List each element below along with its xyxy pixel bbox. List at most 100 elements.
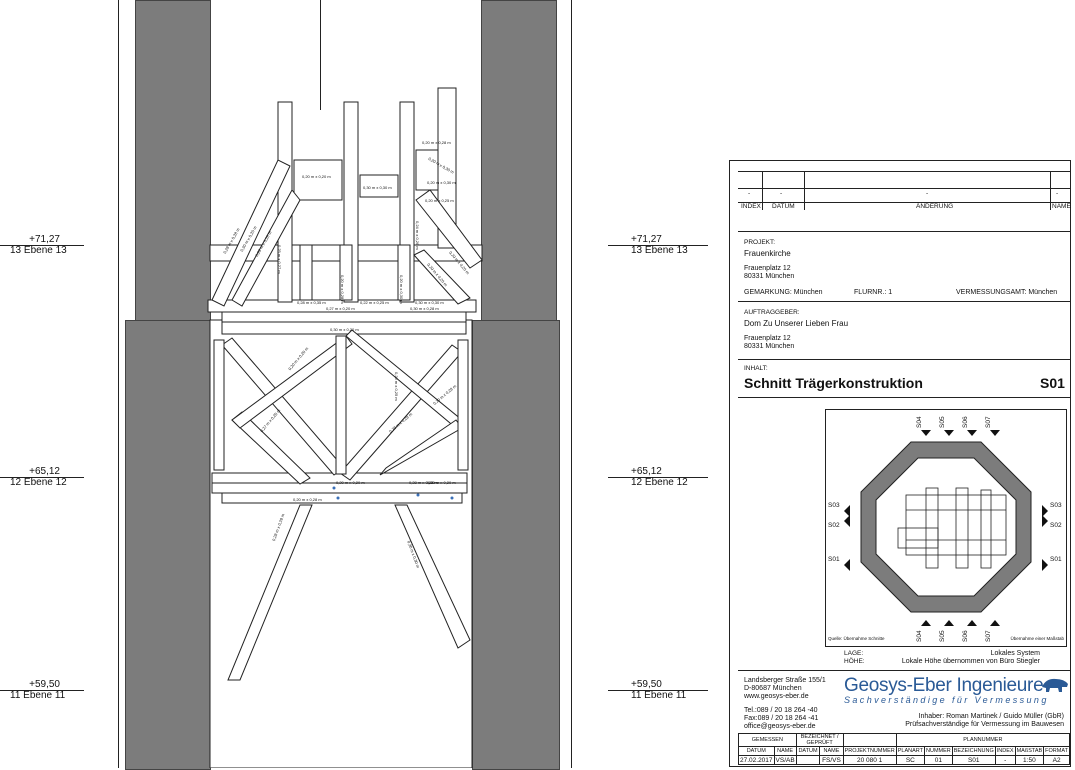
grid-header: PLANART <box>895 746 926 756</box>
flurnr: FLURNR.: 1 <box>854 289 893 296</box>
brand-sub: Sachverständige für Vermessung <box>844 695 1049 705</box>
inset-mark-top-0: S04 <box>916 416 923 428</box>
dimension-label: 0,25 m x 0,27 m <box>277 245 282 274</box>
inset-mark-bottom-1: S05 <box>939 630 946 642</box>
inset-mark-right-2: S01 <box>1050 556 1062 563</box>
rev-dash: - <box>748 190 751 197</box>
inhalt-title: Schnitt Trägerkonstruktion <box>744 375 923 391</box>
level-name: 12 Ebene 12 <box>10 477 67 488</box>
grid-value: 27.02.2017 <box>738 755 775 765</box>
grid-value: SC <box>895 755 926 765</box>
grid-value: FS/VS <box>819 755 844 765</box>
dimension-label: 0,20 m x 0,20 m <box>302 174 331 179</box>
projekt-label: PROJEKT: <box>744 239 776 246</box>
revision-table: - - - - INDEX DATUM ÄNDERUNG NAME <box>738 171 1071 210</box>
inset-mark-top-1: S05 <box>939 416 946 428</box>
rev-header-index: INDEX <box>741 203 761 210</box>
inset-mark-right-0: S03 <box>1050 502 1062 509</box>
dimension-label: 0,27 m x 0,20 m <box>326 306 355 311</box>
inset-mark-left-2: S01 <box>828 556 840 563</box>
level-elev: +59,50 <box>631 679 662 690</box>
dimension-label: 0,24 m x 0,26 m <box>415 221 420 250</box>
auftraggeber-name: Dom Zu Unserer Lieben Frau <box>744 319 849 328</box>
inset-octagon <box>844 430 1048 626</box>
projekt-city: 80331 München <box>744 273 795 280</box>
dimension-label: 0,20 m x 0,28 m <box>293 497 322 502</box>
grid-group-1: BEZEICHNET / GEPRÜFT <box>795 733 844 747</box>
hoehe-label: HÖHE: <box>844 658 865 665</box>
inset-mark-right-1: S02 <box>1050 522 1062 529</box>
grid-header: BEZEICHNUNG <box>951 746 996 756</box>
plan-code: S01 <box>1040 375 1065 391</box>
dimension-label: 0,20 m x 0,25 m <box>394 372 399 401</box>
grid-header: DATUM <box>795 746 821 756</box>
company-addr2: D-80687 München <box>744 685 802 692</box>
dimension-label: 0,20 m x 0,30 m <box>399 275 404 304</box>
dimension-label: 0,20 m x 0,20 m <box>336 480 365 485</box>
company-mail: office@geosys-eber.de <box>744 723 816 730</box>
rev-header-name: NAME <box>1052 203 1071 210</box>
auftraggeber-street: Frauenplatz 12 <box>744 335 791 342</box>
company-addr1: Landsberger Straße 155/1 <box>744 677 826 684</box>
lage-label: LAGE: <box>844 650 864 657</box>
grid-value: 1:50 <box>1014 755 1045 765</box>
grid-value: VS/AB <box>773 755 797 765</box>
inset-mark-top-3: S07 <box>985 416 992 428</box>
grid-value: A2 <box>1043 755 1070 765</box>
brand-main: Geosys-Eber Ingenieure <box>844 675 1044 696</box>
grid-header: FORMAT <box>1043 746 1070 756</box>
level-name: 11 Ebene 11 <box>10 690 66 701</box>
dimension-label: 0,30 m x 0,20 m <box>330 327 359 332</box>
grid-value: 01 <box>924 755 953 765</box>
projekt-street: Frauenplatz 12 <box>744 265 791 272</box>
level-name: 12 Ebene 12 <box>631 477 688 488</box>
dimension-label: 0,30 m x 0,30 m <box>415 300 444 305</box>
section-drawing: 0,20 m x 0,20 m 0,30 m x 0,30 m 0,20 m x 0… <box>0 0 728 770</box>
level-name: 13 Ebene 13 <box>10 245 67 256</box>
dimension-label: 0,22 m x 0,25 m <box>360 300 389 305</box>
level-elev: +59,50 <box>29 679 60 690</box>
inset-mark-bottom-3: S07 <box>985 630 992 642</box>
grid-value: S01 <box>951 755 996 765</box>
level-elev: +71,27 <box>29 234 60 245</box>
grid-value: - <box>994 755 1016 765</box>
grid-header: INDEX <box>994 746 1016 756</box>
rev-dash: - <box>780 190 783 197</box>
auftraggeber-label: AUFTRAGGEBER: <box>744 309 800 316</box>
rev-header-aenderung: ÄNDERUNG <box>916 203 954 210</box>
projekt-name: Frauenkirche <box>744 249 791 258</box>
plan-info-grid: GEMESSEN BEZEICHNET / GEPRÜFT PLANNUMMER… <box>738 733 1071 765</box>
inset-mark-bottom-0: S04 <box>916 630 923 642</box>
inhalt-label: INHALT: <box>744 365 768 372</box>
dimension-label: 0,20 m x 0,28 m <box>340 275 345 304</box>
grid-header: NAME <box>773 746 797 756</box>
grid-group-2: PLANNUMMER <box>895 733 1071 747</box>
grid-group-0: GEMESSEN <box>738 733 797 747</box>
level-elev: +65,12 <box>29 466 60 477</box>
dimension-label: 0,28 m x 0,35 m <box>297 300 326 305</box>
inset-caption-left: Quelle: Übernahme Schnitte <box>828 636 885 641</box>
company-tel: Tel.:089 / 20 18 264 -40 <box>744 707 818 714</box>
hoehe-value: Lokale Höhe übernommen von Büro Stiegler <box>901 658 1040 665</box>
owners-sub: Prüfsachverständige für Vermessung im Ba… <box>905 721 1064 728</box>
level-elev: +65,12 <box>631 466 662 477</box>
dimension-label: 0,30 m x 0,28 m <box>410 306 439 311</box>
inset-mark-left-0: S03 <box>828 502 840 509</box>
level-name: 11 Ebene 11 <box>631 690 687 701</box>
title-block: - - - - INDEX DATUM ÄNDERUNG NAME PROJEK… <box>729 160 1071 767</box>
dimension-label: 0,20 m x 0,28 m <box>422 140 451 145</box>
inset-mark-top-2: S06 <box>962 416 969 428</box>
company-fax: Fax:089 / 20 18 264 -41 <box>744 715 819 722</box>
vermessungsamt: VERMESSUNGSAMT: München <box>956 289 1058 296</box>
auftraggeber-city: 80331 München <box>744 343 795 350</box>
inset-caption-right: Übernahme einer Maßstab <box>1010 636 1064 641</box>
grid-header: DATUM <box>738 746 775 756</box>
grid-header: PROJEKTNUMMER <box>842 746 897 756</box>
level-elev: +71,27 <box>631 234 662 245</box>
inset-plan: S04 S05 S06 S07 S04 S05 S06 S07 S03 S02 … <box>825 409 1067 647</box>
inset-mark-left-1: S02 <box>828 522 840 529</box>
rev-dash: - <box>926 190 929 197</box>
level-name: 13 Ebene 13 <box>631 245 688 256</box>
grid-header: NAME <box>819 746 844 756</box>
owners: Inhaber: Roman Martinek / Guido Müller (… <box>918 713 1065 720</box>
